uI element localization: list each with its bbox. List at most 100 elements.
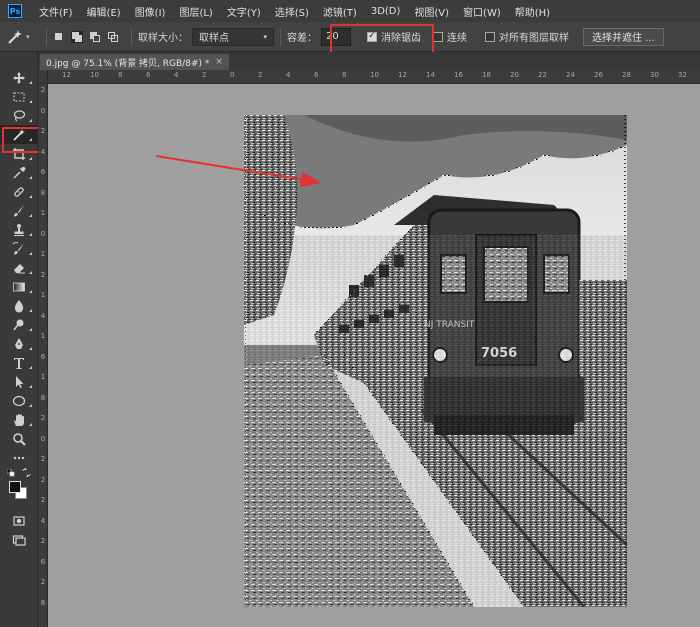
ruler-tick-label: 6 bbox=[40, 168, 46, 176]
ruler-tick-label: 0 bbox=[40, 434, 46, 443]
more-tools-button[interactable] bbox=[0, 448, 38, 467]
ruler-tick-label: 2 bbox=[40, 455, 46, 463]
ruler-tick-label: 0 bbox=[230, 71, 235, 79]
menu-3d[interactable]: 3D(D) bbox=[364, 6, 408, 17]
intersect-selection-icon[interactable] bbox=[107, 31, 119, 43]
gradient-icon bbox=[13, 282, 25, 291]
tool-submenu-indicator bbox=[29, 195, 32, 198]
blur-tool[interactable] bbox=[0, 296, 38, 315]
menu-filter[interactable]: 滤镜(T) bbox=[316, 4, 364, 19]
tool-submenu-indicator bbox=[29, 81, 32, 84]
ruler-tick-label: 8 bbox=[40, 598, 46, 607]
sample-all-layers-checkbox[interactable] bbox=[485, 31, 495, 42]
ruler-tick-label: 24 bbox=[566, 71, 575, 79]
magic-wand-icon bbox=[8, 29, 22, 44]
ruler-tick-label: 2 bbox=[40, 537, 46, 545]
ruler-tick-label: 1 bbox=[40, 332, 46, 340]
select-and-mask-button[interactable]: 选择并遮住 ... bbox=[583, 27, 664, 46]
ruler-tick-label: 4 bbox=[40, 311, 46, 320]
foreground-color-swatch[interactable] bbox=[9, 481, 21, 493]
add-to-selection-icon[interactable] bbox=[71, 30, 83, 43]
menu-help[interactable]: 帮助(H) bbox=[508, 4, 557, 19]
path-selection-tool[interactable] bbox=[0, 372, 38, 391]
quick-mask-button[interactable] bbox=[0, 511, 38, 530]
contiguous-checkbox[interactable] bbox=[433, 31, 443, 42]
pen-tool[interactable] bbox=[0, 334, 38, 353]
tool-submenu-indicator bbox=[29, 214, 32, 217]
tool-submenu-indicator bbox=[29, 176, 32, 179]
ruler-tick-label: 18 bbox=[482, 71, 491, 79]
screen-mode-icon bbox=[12, 534, 26, 546]
menu-view[interactable]: 视图(V) bbox=[407, 4, 456, 19]
contiguous-option[interactable]: 连续 bbox=[433, 29, 467, 44]
menu-image[interactable]: 图像(I) bbox=[128, 4, 173, 19]
dodge-tool[interactable] bbox=[0, 315, 38, 334]
pen-icon bbox=[15, 337, 23, 349]
eraser-tool[interactable] bbox=[0, 258, 38, 277]
ruler-tick-label: 8 bbox=[40, 393, 46, 402]
sample-size-select[interactable]: 取样点 ▾ bbox=[192, 27, 274, 46]
menu-file[interactable]: 文件(F) bbox=[32, 4, 80, 19]
new-selection-icon[interactable] bbox=[53, 31, 65, 43]
ruler-tick-label: 6 bbox=[40, 557, 46, 566]
hand-tool[interactable] bbox=[0, 410, 38, 429]
ruler-tick-label: 12 bbox=[398, 71, 407, 79]
history-brush-tool[interactable] bbox=[0, 239, 38, 258]
clone-stamp-icon bbox=[14, 223, 24, 236]
zoom-tool[interactable] bbox=[0, 429, 38, 448]
divider bbox=[131, 27, 132, 46]
close-icon[interactable]: × bbox=[215, 57, 223, 67]
annotation-arrow bbox=[155, 155, 322, 187]
tool-submenu-indicator bbox=[29, 100, 32, 103]
ruler-tick-label: 6 bbox=[314, 71, 319, 79]
ruler-tick-label: 10 bbox=[370, 71, 379, 79]
ruler-tick-label: 2 bbox=[40, 86, 46, 94]
dodge-icon bbox=[13, 319, 24, 330]
clone-stamp-tool[interactable] bbox=[0, 220, 38, 239]
ruler-tick-label: 4 bbox=[286, 71, 291, 79]
quick-mask-icon bbox=[13, 515, 25, 526]
brush-tool[interactable] bbox=[0, 201, 38, 220]
marquee-tool[interactable] bbox=[0, 87, 38, 106]
gradient-tool[interactable] bbox=[0, 277, 38, 296]
selection-speckle-overlay bbox=[244, 235, 627, 607]
ellipse-tool[interactable] bbox=[0, 391, 38, 410]
tool-submenu-indicator bbox=[29, 347, 32, 350]
vertical-ruler[interactable]: 20246810121416182022242628 bbox=[38, 84, 48, 627]
tool-preset-picker[interactable]: ▾ bbox=[6, 29, 40, 45]
ruler-tick-label: 22 bbox=[538, 71, 547, 79]
menu-edit[interactable]: 编辑(E) bbox=[80, 4, 128, 19]
sample-all-layers-option[interactable]: 对所有图层取样 bbox=[485, 29, 569, 44]
menu-type[interactable]: 文字(Y) bbox=[220, 4, 268, 19]
eyedropper-icon bbox=[13, 166, 26, 179]
horizontal-ruler[interactable]: 12 10 8 6 4 2 0 2 4 6 8 10 12 14 16 18 20 22 24 26 28 30 32 bbox=[48, 70, 700, 84]
ruler-tick-label: 6 bbox=[40, 352, 46, 361]
ruler-tick-label: 30 bbox=[650, 71, 659, 79]
ruler-tick-label: 10 bbox=[90, 71, 99, 79]
path-selection-icon bbox=[16, 375, 24, 388]
screen-mode-button[interactable] bbox=[0, 530, 38, 549]
ruler-origin[interactable] bbox=[38, 70, 48, 84]
menu-select[interactable]: 选择(S) bbox=[268, 4, 316, 19]
type-tool[interactable] bbox=[0, 353, 38, 372]
healing-brush-tool[interactable] bbox=[0, 182, 38, 201]
lasso-tool[interactable] bbox=[0, 106, 38, 125]
subtract-from-selection-icon[interactable] bbox=[89, 31, 101, 43]
document-tab[interactable]: 0.jpg @ 75.1% (背景 拷贝, RGB/8#) * × bbox=[40, 54, 229, 70]
default-colors-icon[interactable] bbox=[7, 469, 15, 477]
document-tab-bar: 0.jpg @ 75.1% (背景 拷贝, RGB/8#) * × bbox=[38, 52, 700, 70]
tool-submenu-indicator bbox=[29, 309, 32, 312]
move-tool[interactable] bbox=[0, 68, 38, 87]
eyedropper-tool[interactable] bbox=[0, 163, 38, 182]
swap-colors-icon[interactable] bbox=[22, 468, 31, 477]
menu-window[interactable]: 窗口(W) bbox=[456, 4, 508, 19]
menu-layer[interactable]: 图层(L) bbox=[172, 4, 219, 19]
ruler-tick-label: 1 bbox=[40, 250, 46, 258]
tool-submenu-indicator bbox=[29, 404, 32, 407]
ruler-tick-label: 2 bbox=[40, 270, 46, 279]
ruler-tick-label: 2 bbox=[258, 71, 263, 79]
tool-submenu-indicator bbox=[29, 119, 32, 122]
ruler-tick-label: 12 bbox=[62, 71, 71, 79]
ruler-tick-label: 0 bbox=[40, 106, 46, 115]
panel-grip[interactable] bbox=[0, 52, 37, 68]
